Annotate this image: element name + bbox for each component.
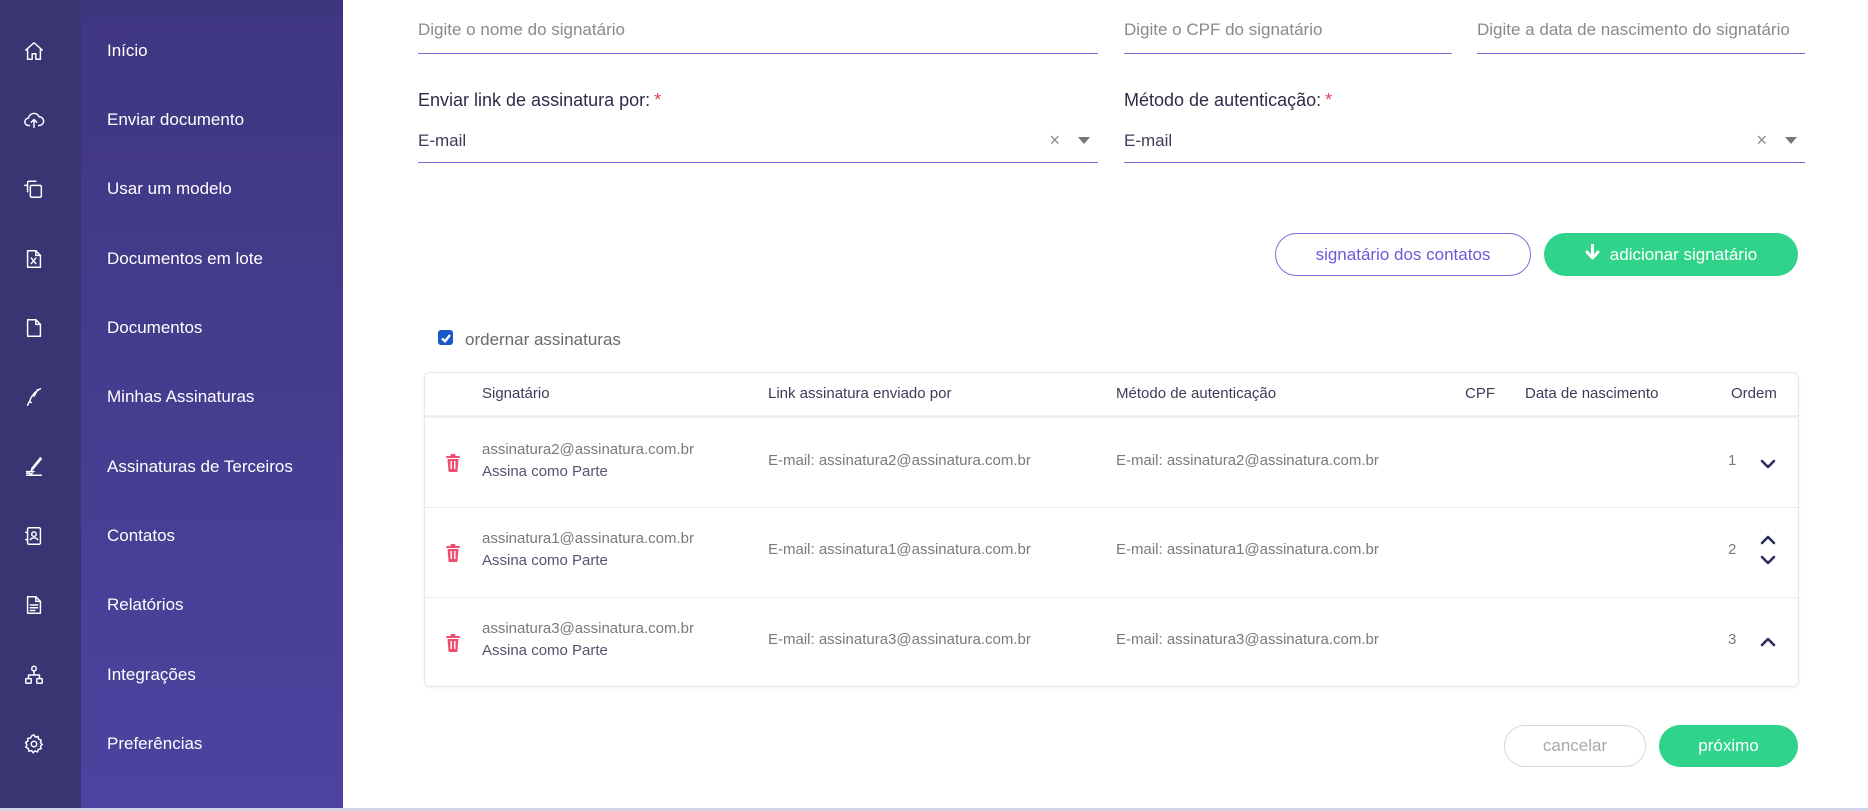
auth-method-select[interactable]: E-mail × bbox=[1124, 119, 1805, 163]
signers-table: Signatário Link assinatura enviado por M… bbox=[424, 372, 1799, 687]
sidebar-item-label: Início bbox=[107, 40, 148, 60]
template-icon bbox=[22, 177, 46, 201]
required-mark: * bbox=[654, 90, 662, 110]
arrow-down-icon bbox=[1585, 243, 1600, 265]
trash-icon[interactable] bbox=[445, 634, 461, 652]
signer-role: Assina como Parte bbox=[482, 552, 608, 569]
contacts-signer-button[interactable]: signatário dos contatos bbox=[1275, 233, 1531, 276]
gear-icon bbox=[22, 732, 46, 756]
auth-method-value: E-mail bbox=[1124, 130, 1173, 150]
sidebar-item-label: Integrações bbox=[107, 664, 196, 684]
sidebar-item-preferencias[interactable]: Preferências bbox=[0, 709, 343, 778]
link-sent-by: E-mail: assinatura2@assinatura.com.br bbox=[768, 452, 1031, 469]
signer-email: assinatura3@assinatura.com.br bbox=[482, 620, 694, 637]
signer-cpf-field[interactable] bbox=[1124, 0, 1452, 54]
add-signer-label: adicionar signatário bbox=[1609, 244, 1758, 264]
sidebar-item-assinaturas-terceiros[interactable]: Assinaturas de Terceiros bbox=[0, 432, 343, 501]
trash-icon[interactable] bbox=[445, 544, 461, 562]
sidebar-item-label: Usar um modelo bbox=[107, 178, 232, 198]
next-button[interactable]: próximo bbox=[1659, 725, 1798, 767]
sidebar-item-label: Relatórios bbox=[107, 594, 184, 614]
signer-birthdate-field[interactable] bbox=[1477, 0, 1805, 54]
cancel-button[interactable]: cancelar bbox=[1504, 725, 1646, 767]
table-row: assinatura1@assinatura.com.br Assina com… bbox=[425, 508, 1798, 597]
move-down-icon[interactable] bbox=[1759, 457, 1777, 469]
order-signatures-checkbox[interactable] bbox=[438, 330, 453, 345]
move-up-icon[interactable] bbox=[1759, 635, 1777, 647]
send-link-select[interactable]: E-mail × bbox=[418, 119, 1098, 163]
chevron-down-icon[interactable] bbox=[1078, 137, 1090, 144]
link-sent-by: E-mail: assinatura3@assinatura.com.br bbox=[768, 631, 1031, 648]
signer-birthdate-input[interactable] bbox=[1477, 0, 1805, 40]
clear-icon[interactable]: × bbox=[1756, 130, 1767, 151]
report-icon bbox=[22, 593, 46, 617]
sidebar-item-label: Preferências bbox=[107, 733, 203, 753]
order-number: 1 bbox=[1728, 452, 1737, 469]
main-content: Enviar link de assinatura por:* Método d… bbox=[343, 0, 1868, 808]
column-header-signer: Signatário bbox=[482, 385, 550, 402]
chevron-down-icon[interactable] bbox=[1785, 137, 1797, 144]
cloud-upload-icon bbox=[22, 108, 46, 132]
order-signatures-label: ordernar assinaturas bbox=[465, 330, 621, 349]
home-icon bbox=[22, 39, 46, 63]
sidebar-item-documentos-lote[interactable]: Documentos em lote bbox=[0, 224, 343, 293]
signer-role: Assina como Parte bbox=[482, 463, 608, 480]
next-button-label: próximo bbox=[1698, 736, 1759, 755]
table-row: assinatura3@assinatura.com.br Assina com… bbox=[425, 598, 1798, 687]
signer-name-field[interactable] bbox=[418, 0, 1098, 54]
excel-file-icon bbox=[22, 247, 46, 271]
document-icon bbox=[22, 316, 46, 340]
sidebar-item-inicio[interactable]: Início bbox=[0, 16, 343, 85]
cancel-button-label: cancelar bbox=[1542, 736, 1608, 755]
sidebar-item-documentos[interactable]: Documentos bbox=[0, 293, 343, 362]
required-mark: * bbox=[1325, 90, 1333, 110]
auth-method: E-mail: assinatura3@assinatura.com.br bbox=[1116, 631, 1379, 648]
contacts-icon bbox=[22, 524, 46, 548]
send-link-label: Enviar link de assinatura por: * bbox=[418, 90, 662, 110]
sidebar-item-minhas-assinaturas[interactable]: Minhas Assinaturas bbox=[0, 362, 343, 431]
signer-role: Assina como Parte bbox=[482, 642, 608, 659]
clear-icon[interactable]: × bbox=[1049, 130, 1060, 151]
sidebar-item-integracoes[interactable]: Integrações bbox=[0, 640, 343, 709]
column-header-birthdate: Data de nascimento bbox=[1525, 385, 1659, 402]
sidebar-item-usar-modelo[interactable]: Usar um modelo bbox=[0, 154, 343, 223]
sidebar-item-relatorios[interactable]: Relatórios bbox=[0, 570, 343, 639]
column-header-order: Ordem bbox=[1731, 385, 1777, 402]
signer-cpf-input[interactable] bbox=[1124, 0, 1452, 40]
table-row: assinatura2@assinatura.com.br Assina com… bbox=[425, 418, 1798, 507]
signature-pen-icon bbox=[22, 455, 46, 479]
auth-method-label: Método de autenticação: * bbox=[1124, 90, 1333, 110]
trash-icon[interactable] bbox=[445, 454, 461, 472]
signer-email: assinatura2@assinatura.com.br bbox=[482, 441, 694, 458]
contacts-signer-label: signatário dos contatos bbox=[1315, 244, 1491, 264]
signer-name-input[interactable] bbox=[418, 0, 1098, 40]
sidebar-item-contatos[interactable]: Contatos bbox=[0, 501, 343, 570]
column-header-cpf: CPF bbox=[1465, 385, 1495, 402]
sidebar-item-label: Documentos em lote bbox=[107, 248, 263, 268]
sidebar-item-label: Minhas Assinaturas bbox=[107, 386, 255, 406]
auth-method: E-mail: assinatura2@assinatura.com.br bbox=[1116, 452, 1379, 469]
sidebar-item-label: Contatos bbox=[107, 525, 176, 545]
order-number: 2 bbox=[1728, 541, 1737, 558]
move-down-icon[interactable] bbox=[1759, 553, 1777, 565]
sidebar-item-enviar-documento[interactable]: Enviar documento bbox=[0, 85, 343, 154]
send-link-value: E-mail bbox=[418, 130, 467, 150]
sidebar-item-label: Documentos bbox=[107, 317, 203, 337]
pen-icon bbox=[22, 385, 46, 409]
auth-method: E-mail: assinatura1@assinatura.com.br bbox=[1116, 541, 1379, 558]
sidebar-item-label: Assinaturas de Terceiros bbox=[107, 456, 293, 476]
link-sent-by: E-mail: assinatura1@assinatura.com.br bbox=[768, 541, 1031, 558]
column-header-auth: Método de autenticação bbox=[1116, 385, 1277, 402]
add-signer-button[interactable]: adicionar signatário bbox=[1544, 233, 1798, 276]
integration-icon bbox=[22, 663, 46, 687]
move-up-icon[interactable] bbox=[1759, 533, 1777, 545]
signer-email: assinatura1@assinatura.com.br bbox=[482, 530, 694, 547]
sidebar-item-label: Enviar documento bbox=[107, 109, 245, 129]
order-number: 3 bbox=[1728, 631, 1737, 648]
column-header-link: Link assinatura enviado por bbox=[768, 385, 952, 402]
